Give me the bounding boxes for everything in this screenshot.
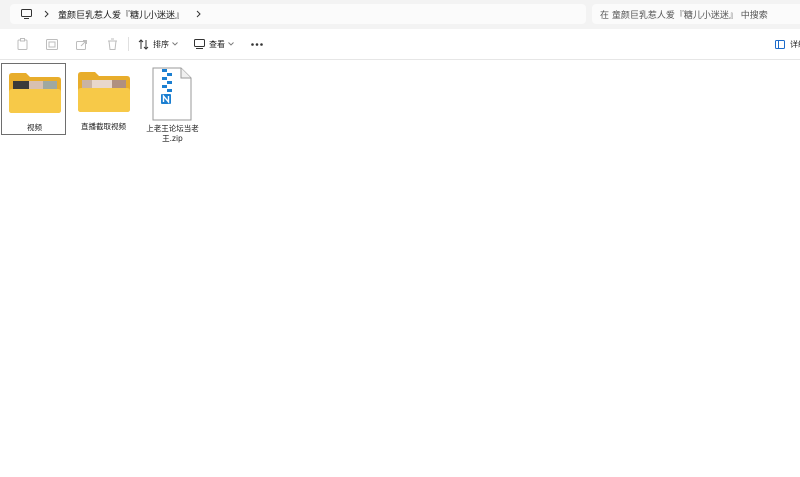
delete-icon[interactable] bbox=[105, 37, 119, 51]
folder-icon bbox=[8, 70, 62, 116]
sort-button[interactable]: 排序 bbox=[138, 36, 178, 52]
item-name: 视频 bbox=[27, 123, 42, 132]
paste-icon[interactable] bbox=[15, 37, 29, 51]
search-input[interactable]: 在 童颜巨乳惹人爱『糖儿小迷迷』 中搜索 bbox=[592, 4, 800, 24]
command-bar: 排序 查看 详细 bbox=[0, 29, 800, 60]
breadcrumb-current-folder[interactable]: 童颜巨乳惹人爱『糖儿小迷迷』 bbox=[58, 8, 184, 21]
more-options-icon[interactable] bbox=[250, 37, 264, 51]
view-icon bbox=[194, 39, 205, 49]
folder-item[interactable]: 直播截取视频 bbox=[71, 63, 136, 135]
sort-icon bbox=[138, 38, 149, 50]
view-label: 查看 bbox=[209, 39, 225, 49]
zip-file-icon bbox=[152, 67, 192, 121]
toolbar-divider bbox=[128, 37, 129, 51]
item-name: 上老王论坛当老王.zip bbox=[146, 124, 199, 143]
details-pane-icon bbox=[775, 39, 785, 49]
folder-item[interactable]: 视频 bbox=[1, 63, 66, 135]
chevron-down-icon bbox=[172, 42, 178, 46]
chevron-down-icon bbox=[228, 42, 234, 46]
address-bar-row: 童颜巨乳惹人爱『糖儿小迷迷』 在 童颜巨乳惹人爱『糖儿小迷迷』 中搜索 bbox=[0, 0, 800, 29]
file-item[interactable]: 上老王论坛当老王.zip bbox=[140, 63, 205, 147]
share-icon[interactable] bbox=[75, 37, 89, 51]
address-bar[interactable]: 童颜巨乳惹人爱『糖儿小迷迷』 bbox=[10, 4, 586, 24]
item-name: 直播截取视频 bbox=[81, 122, 126, 131]
details-pane-button[interactable]: 详细 bbox=[775, 36, 800, 52]
view-button[interactable]: 查看 bbox=[194, 36, 234, 52]
folder-icon bbox=[77, 69, 131, 115]
chevron-right-icon[interactable] bbox=[42, 9, 50, 19]
sort-label: 排序 bbox=[153, 39, 169, 49]
copy-path-icon[interactable] bbox=[45, 37, 59, 51]
search-placeholder: 在 童颜巨乳惹人爱『糖儿小迷迷』 中搜索 bbox=[600, 10, 768, 21]
details-label: 详细 bbox=[790, 39, 800, 49]
chevron-right-icon[interactable] bbox=[194, 9, 202, 19]
computer-icon[interactable] bbox=[20, 8, 32, 20]
